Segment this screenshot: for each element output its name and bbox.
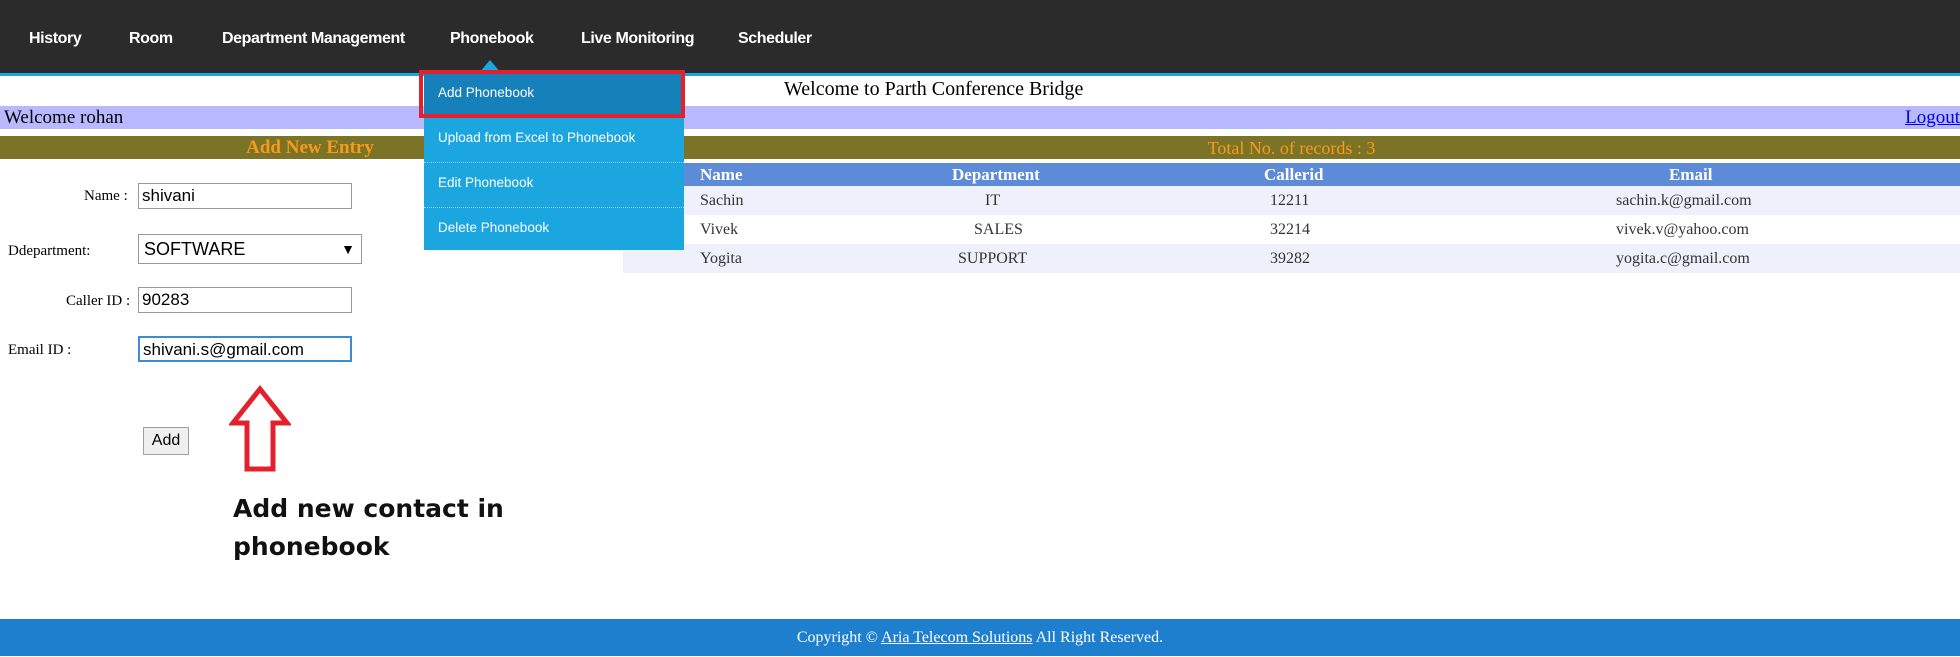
cell-callerid: 12211 — [1270, 192, 1310, 209]
name-input[interactable]: shivani — [138, 183, 352, 209]
nav-scheduler[interactable]: Scheduler — [738, 0, 812, 73]
column-header-name: Name — [700, 165, 743, 184]
menu-item-upload-excel[interactable]: Upload from Excel to Phonebook — [424, 118, 684, 163]
cell-email: sachin.k@gmail.com — [1616, 192, 1752, 209]
cell-email: vivek.v@yahoo.com — [1616, 221, 1749, 238]
dropdown-arrow-icon: ▼ — [341, 241, 355, 257]
nav-room[interactable]: Room — [129, 0, 173, 73]
callerid-label: Caller ID : — [66, 293, 131, 309]
cell-callerid: 32214 — [1270, 221, 1310, 238]
add-button[interactable]: Add — [143, 427, 189, 455]
cell-name: Yogita — [700, 250, 742, 267]
menu-item-edit-phonebook[interactable]: Edit Phonebook — [424, 163, 684, 208]
annotation-line-1: Add new contact in — [233, 494, 504, 523]
nav-live-monitoring[interactable]: Live Monitoring — [581, 0, 695, 73]
nav-department-management[interactable]: Department Management — [222, 0, 405, 73]
cell-department: IT — [985, 192, 1001, 209]
footer-company-link[interactable]: Aria Telecom Solutions — [881, 629, 1032, 646]
name-label: Name : — [84, 188, 128, 204]
footer-suffix: All Right Reserved. — [1032, 629, 1164, 646]
callerid-input[interactable]: 90283 — [138, 287, 352, 313]
department-select[interactable]: SOFTWARE ▼ — [138, 234, 362, 264]
welcome-user-text: Welcome rohan — [4, 107, 124, 128]
logout-link[interactable]: Logout — [1905, 106, 1960, 129]
column-header-callerid: Callerid — [1264, 165, 1324, 184]
cell-department: SUPPORT — [958, 250, 1028, 267]
total-records-text: Total No. of records : 3 — [1207, 138, 1376, 158]
arrow-up-icon — [229, 385, 291, 472]
column-header-email: Email — [1669, 165, 1713, 184]
page-title: Welcome to Parth Conference Bridge — [784, 78, 1084, 100]
highlight-box — [419, 70, 685, 118]
welcome-bar — [0, 106, 1960, 129]
column-header-department: Department — [952, 165, 1040, 184]
annotation-line-2: phonebook — [233, 532, 390, 561]
cell-department: SALES — [974, 221, 1023, 238]
cell-name: Vivek — [700, 221, 739, 238]
cell-callerid: 39282 — [1270, 250, 1310, 267]
footer-prefix: Copyright © — [796, 629, 882, 646]
email-input[interactable]: shivani.s@gmail.com — [138, 336, 352, 362]
top-navigation-bar: History Room Department Management Phone… — [0, 0, 1960, 76]
footer: Copyright © Aria Telecom Solutions All R… — [0, 619, 1960, 656]
department-label: Ddepartment: — [8, 243, 91, 259]
nav-history[interactable]: History — [29, 0, 82, 73]
annotation-text: Add new contact in phonebook — [233, 490, 504, 566]
cell-name: Sachin — [700, 192, 744, 209]
email-label: Email ID : — [8, 342, 72, 358]
department-select-value: SOFTWARE — [144, 239, 246, 259]
menu-item-delete-phonebook[interactable]: Delete Phonebook — [424, 208, 684, 253]
cell-email: yogita.c@gmail.com — [1616, 250, 1750, 267]
